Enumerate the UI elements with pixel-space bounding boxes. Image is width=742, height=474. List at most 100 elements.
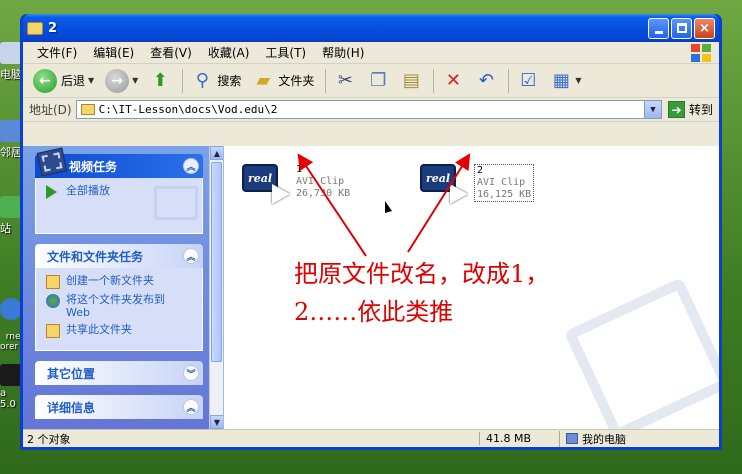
menu-help[interactable]: 帮助(H)	[314, 42, 372, 63]
task-label: 共享此文件夹	[66, 323, 132, 336]
realplayer-icon: real	[420, 164, 468, 204]
address-dropdown-button[interactable]: ▼	[643, 101, 661, 118]
file-size: 16,125 KB	[477, 189, 532, 200]
toolbar-separator	[182, 68, 184, 93]
dropdown-arrow-icon[interactable]: ▼	[575, 76, 581, 85]
details-title: 详细信息	[47, 400, 96, 415]
collapse-chevron-icon[interactable]: ︽	[183, 399, 199, 415]
ie-icon	[0, 298, 22, 320]
status-location: 我的电脑	[559, 430, 719, 447]
file-tasks-header[interactable]: 文件和文件夹任务 ︽	[35, 244, 203, 268]
maximize-button[interactable]	[671, 17, 692, 39]
undo-button[interactable]: ↶	[471, 68, 501, 94]
forward-button[interactable]: → ▼	[101, 67, 142, 95]
desktop-icon-label: a 5.0	[0, 388, 16, 410]
cut-button[interactable]: ✂	[330, 68, 360, 94]
new-folder-icon	[46, 275, 60, 289]
properties-icon: ☑	[520, 70, 537, 91]
task-pane: 视频任务 ︽ 全部播放 文件和文件夹任务 ︽ 创建一个新文件夹 将这个文件夹发布…	[23, 146, 223, 429]
copy-button[interactable]: ❐	[363, 68, 393, 94]
address-bar: 地址(D) C:\IT-Lesson\docs\Vod.edu\2 ▼ ➔ 转到	[23, 98, 719, 122]
delete-button[interactable]: ✕	[438, 68, 468, 94]
paste-button[interactable]: ▤	[396, 68, 426, 94]
video-tasks-header[interactable]: 视频任务 ︽	[35, 147, 203, 178]
folders-icon: ▰	[256, 70, 271, 91]
views-button[interactable]: ▦ ▼	[546, 68, 585, 94]
file-item-2[interactable]: real 2 AVI Clip 16,125 KB	[420, 164, 535, 204]
play-icon	[450, 184, 468, 204]
annotation-text: 把原文件改名，改成1， 2……依此类推	[294, 255, 549, 331]
film-watermark-icon	[563, 277, 719, 429]
go-button[interactable]: ➔ 转到	[667, 101, 713, 118]
task-label: 将这个文件夹发布到 Web	[66, 293, 165, 319]
close-button[interactable]: ×	[694, 17, 715, 39]
menu-favorites[interactable]: 收藏(A)	[200, 42, 258, 63]
scroll-down-icon[interactable]: ▼	[210, 415, 223, 429]
file-tasks-title: 文件和文件夹任务	[47, 249, 144, 264]
undo-icon: ↶	[478, 70, 494, 91]
task-share-folder[interactable]: 共享此文件夹	[46, 323, 194, 338]
video-tasks-panel: 视频任务 ︽ 全部播放	[35, 147, 203, 234]
file-name: 2	[477, 165, 484, 176]
desktop-icon-label: 站	[0, 222, 11, 235]
task-new-folder[interactable]: 创建一个新文件夹	[46, 274, 194, 289]
windows-logo-icon	[691, 44, 713, 62]
forward-arrow-icon: →	[105, 68, 130, 93]
recycle-bin-icon	[0, 196, 22, 218]
folder-icon	[27, 21, 43, 35]
search-icon: ⚲	[195, 70, 209, 91]
details-header[interactable]: 详细信息 ︽	[35, 395, 203, 419]
collapse-chevron-icon[interactable]: ︽	[183, 158, 199, 174]
menu-tools[interactable]: 工具(T)	[257, 42, 314, 63]
expand-chevron-icon[interactable]: ︾	[183, 365, 199, 381]
status-object-count: 2 个对象	[27, 432, 71, 446]
address-input[interactable]: C:\IT-Lesson\docs\Vod.edu\2 ▼	[75, 100, 662, 119]
dropdown-arrow-icon[interactable]: ▼	[132, 76, 138, 85]
folders-label: 文件夹	[278, 74, 315, 88]
folders-button[interactable]: ▰ 文件夹	[248, 68, 318, 94]
toolbar-separator	[508, 68, 510, 93]
scroll-thumb[interactable]	[211, 162, 222, 362]
video-tasks-body: 全部播放	[35, 178, 203, 234]
search-button[interactable]: ⚲ 搜索	[187, 68, 245, 94]
minimize-button[interactable]	[648, 17, 669, 39]
play-icon	[272, 184, 290, 204]
menu-view[interactable]: 查看(V)	[142, 42, 200, 63]
details-panel: 详细信息 ︽	[35, 395, 203, 419]
status-bar: 2 个对象 41.8 MB 我的电脑	[23, 429, 719, 447]
task-label: 创建一个新文件夹	[66, 274, 154, 287]
toolbar-separator	[325, 68, 327, 93]
mouse-cursor-icon	[385, 201, 392, 213]
menu-file[interactable]: 文件(F)	[29, 42, 85, 63]
task-pane-scrollbar[interactable]: ▲ ▼	[209, 146, 223, 429]
paste-icon: ▤	[402, 70, 420, 91]
video-tasks-title: 视频任务	[69, 159, 118, 174]
scissors-icon: ✂	[337, 70, 353, 91]
explorer-window: 2 × 文件(F) 编辑(E) 查看(V) 收藏(A) 工具(T) 帮助(H) …	[20, 14, 722, 450]
realplayer-logo-text: real	[247, 171, 273, 185]
dropdown-arrow-icon[interactable]: ▼	[88, 76, 94, 85]
title-bar[interactable]: 2 ×	[23, 14, 719, 42]
go-label: 转到	[688, 103, 713, 117]
up-button[interactable]: ⬆	[145, 68, 175, 94]
desktop-icon-label: 电脑	[0, 68, 22, 81]
file-item-1[interactable]: real 1 AVI Clip 26,730 KB	[242, 164, 350, 204]
app-icon	[0, 364, 22, 386]
desktop-icon-label: 邻居	[0, 146, 22, 159]
task-label: 全部播放	[66, 184, 110, 197]
scroll-up-icon[interactable]: ▲	[210, 146, 223, 160]
back-button[interactable]: ← 后退 ▼	[29, 67, 98, 95]
film-icon	[36, 147, 68, 177]
annotation-line-2: 2……依此类推	[294, 298, 454, 326]
menu-edit[interactable]: 编辑(E)	[85, 42, 142, 63]
go-arrow-icon: ➔	[667, 101, 685, 118]
properties-button[interactable]: ☑	[513, 68, 543, 94]
task-publish-web[interactable]: 将这个文件夹发布到 Web	[46, 293, 194, 319]
file-type: AVI Clip	[477, 177, 526, 188]
film-watermark-icon	[154, 186, 198, 220]
delete-x-icon: ✕	[445, 70, 461, 91]
menu-bar: 文件(F) 编辑(E) 查看(V) 收藏(A) 工具(T) 帮助(H)	[23, 42, 719, 64]
file-details: 2 AVI Clip 16,125 KB	[474, 164, 535, 202]
other-places-header[interactable]: 其它位置 ︾	[35, 361, 203, 385]
collapse-chevron-icon[interactable]: ︽	[183, 248, 199, 264]
